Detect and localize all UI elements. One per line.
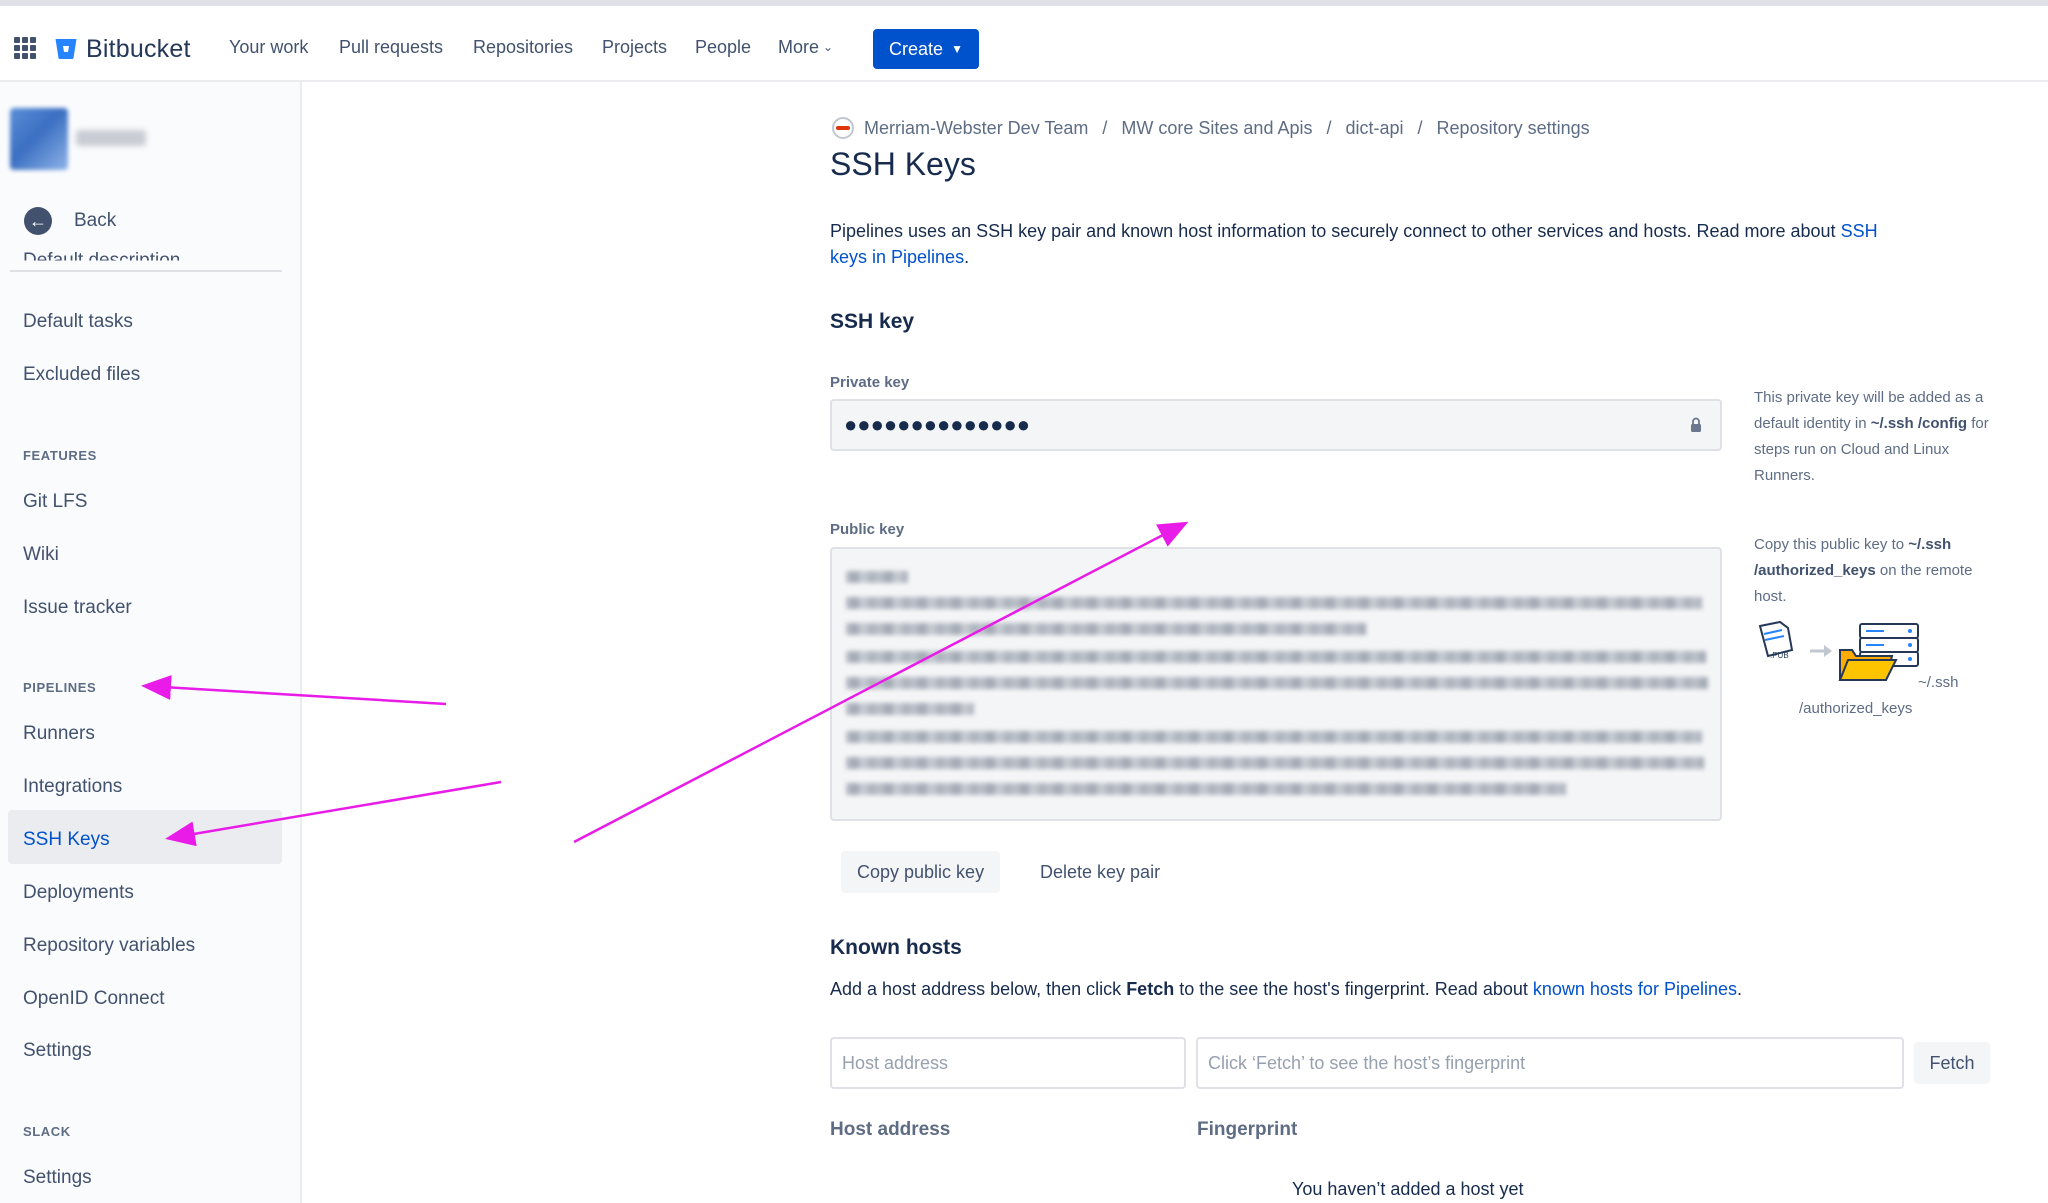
- public-key-redacted-line: [846, 703, 974, 715]
- public-key-label: Public key: [830, 521, 905, 538]
- arrow-left-circle-icon: ←: [24, 207, 52, 235]
- breadcrumb-repository[interactable]: dict-api: [1346, 118, 1404, 139]
- public-key-redacted-line: [846, 757, 1704, 769]
- sidebar-item-default-tasks[interactable]: Default tasks: [23, 311, 133, 333]
- private-key-label: Private key: [830, 374, 910, 391]
- breadcrumb-workspace[interactable]: Merriam-Webster Dev Team: [864, 118, 1088, 139]
- sidebar-item-excluded-files[interactable]: Excluded files: [23, 364, 140, 386]
- sidebar: ← Back Default description Default tasks…: [0, 82, 302, 1203]
- sidebar-item-slack-settings[interactable]: Settings: [23, 1167, 92, 1189]
- sidebar-item-runners[interactable]: Runners: [23, 723, 95, 745]
- intro-body: Pipelines uses an SSH key pair and known…: [830, 221, 1841, 241]
- sidebar-heading-features: FEATURES: [23, 448, 97, 463]
- fetch-button[interactable]: Fetch: [1914, 1042, 1990, 1084]
- private-help-path: ~/.ssh /config: [1870, 415, 1968, 432]
- back-button[interactable]: ← Back: [24, 206, 116, 236]
- public-key-redacted-line: [846, 597, 1702, 609]
- sidebar-heading-pipelines: PIPELINES: [23, 680, 97, 695]
- public-key-redacted-line: [846, 731, 1702, 743]
- illustration-path: ~/.ssh: [1918, 674, 1959, 691]
- app-switcher-icon[interactable]: [14, 37, 36, 59]
- host-address-input[interactable]: [830, 1037, 1186, 1089]
- pub-badge: .PUB: [1770, 651, 1789, 660]
- column-header-fingerprint: Fingerprint: [1197, 1119, 1298, 1140]
- breadcrumb-repository-settings[interactable]: Repository settings: [1437, 118, 1590, 139]
- create-button[interactable]: Create ▼: [873, 29, 979, 69]
- sidebar-heading-slack: SLACK: [23, 1124, 71, 1139]
- app-name: Bitbucket: [86, 34, 191, 63]
- known-desc-text: Add a host address below, then click: [830, 979, 1127, 999]
- copy-public-key-button[interactable]: Copy public key: [841, 851, 1001, 893]
- sidebar-item-default-description[interactable]: Default description: [23, 250, 180, 261]
- workspace-icon: [832, 117, 854, 139]
- page-title: SSH Keys: [830, 146, 976, 182]
- public-help-text: Copy this public key to: [1754, 536, 1909, 553]
- fingerprint-field[interactable]: [1196, 1037, 1904, 1089]
- public-key-redacted-line: [846, 783, 1566, 795]
- sidebar-item-wiki[interactable]: Wiki: [23, 544, 59, 566]
- top-navigation: Bitbucket Your work Pull requests Reposi…: [0, 0, 2048, 82]
- arrow-right-head: [1824, 645, 1832, 657]
- public-key-redacted-line: [846, 623, 1366, 635]
- bitbucket-logo-icon: [55, 39, 77, 59]
- sidebar-item-git-lfs[interactable]: Git LFS: [23, 491, 87, 513]
- key-transfer-illustration: .PUB: [1758, 620, 1919, 681]
- known-hosts-description: Add a host address below, then click Fet…: [830, 979, 1742, 1000]
- nav-more-label: More: [778, 37, 820, 57]
- ssh-key-section-title: SSH key: [830, 310, 915, 333]
- known-hosts-section-title: Known hosts: [830, 936, 962, 959]
- breadcrumb-separator: /: [1102, 117, 1108, 138]
- illustration-file: /authorized_keys: [1799, 700, 1913, 717]
- bitbucket-logo[interactable]: Bitbucket: [54, 34, 191, 64]
- breadcrumb: Merriam-Webster Dev Team / MW core Sites…: [832, 115, 1590, 141]
- delete-key-pair-button[interactable]: Delete key pair: [1024, 851, 1176, 893]
- repository-name-redacted: [76, 130, 146, 146]
- sidebar-item-deployments[interactable]: Deployments: [23, 882, 134, 904]
- breadcrumb-project[interactable]: MW core Sites and Apis: [1121, 118, 1312, 139]
- private-key-field[interactable]: ●●●●●●●●●●●●●●: [830, 399, 1722, 451]
- nav-people[interactable]: People: [695, 37, 751, 61]
- public-key-help: Copy this public key to ~/.ssh /authoriz…: [1754, 532, 2004, 610]
- sidebar-item-repository-variables[interactable]: Repository variables: [23, 935, 195, 957]
- lock-icon: [1691, 417, 1701, 432]
- breadcrumb-separator: /: [1417, 117, 1423, 138]
- repository-avatar: [10, 108, 68, 170]
- sidebar-item-settings[interactable]: Settings: [23, 1040, 92, 1062]
- public-key-redacted-line: [846, 677, 1708, 689]
- sidebar-item-integrations[interactable]: Integrations: [23, 776, 122, 798]
- nav-your-work[interactable]: Your work: [229, 37, 308, 61]
- known-hosts-docs-link[interactable]: known hosts for Pipelines: [1533, 979, 1737, 999]
- breadcrumb-separator: /: [1326, 117, 1332, 138]
- column-header-host-address: Host address: [830, 1119, 951, 1140]
- public-key-redacted-line: [846, 571, 908, 583]
- intro-text: Pipelines uses an SSH key pair and known…: [830, 218, 1880, 270]
- public-key-field[interactable]: [830, 547, 1722, 821]
- known-desc-text-2: to the see the host's fingerprint. Read …: [1174, 979, 1533, 999]
- chevron-down-icon: ▼: [951, 42, 963, 56]
- public-key-redacted-line: [846, 651, 1706, 663]
- nav-more[interactable]: More ⌄: [778, 37, 833, 61]
- nav-repositories[interactable]: Repositories: [473, 37, 573, 61]
- empty-state-text: You haven’t added a host yet: [1292, 1179, 1524, 1199]
- sidebar-item-ssh-keys[interactable]: SSH Keys: [23, 829, 110, 851]
- nav-pull-requests[interactable]: Pull requests: [339, 37, 443, 61]
- sidebar-item-openid-connect[interactable]: OpenID Connect: [23, 988, 165, 1010]
- nav-projects[interactable]: Projects: [602, 37, 667, 61]
- back-label: Back: [74, 210, 117, 231]
- private-key-value: ●●●●●●●●●●●●●●: [844, 412, 1031, 437]
- chevron-down-icon: ⌄: [823, 40, 834, 54]
- sidebar-item-issue-tracker[interactable]: Issue tracker: [23, 597, 132, 619]
- sidebar-divider: [10, 270, 282, 272]
- known-desc-bold: Fetch: [1126, 979, 1175, 999]
- known-desc-end: .: [1736, 979, 1742, 999]
- create-label: Create: [889, 38, 944, 59]
- private-key-help: This private key will be added as a defa…: [1754, 385, 2004, 489]
- intro-end: .: [964, 247, 970, 267]
